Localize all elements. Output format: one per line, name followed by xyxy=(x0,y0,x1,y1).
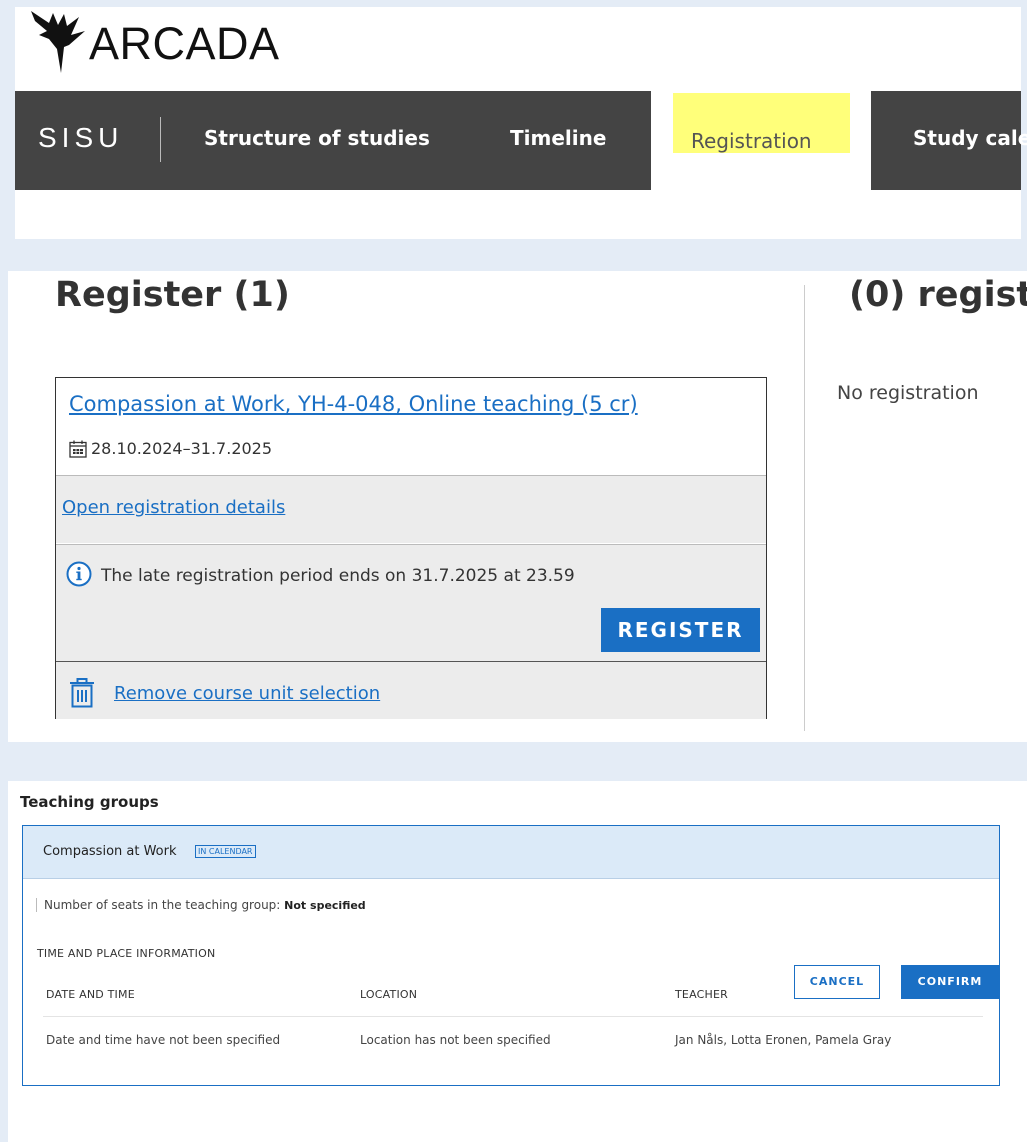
column-header-teacher: TEACHER xyxy=(675,988,728,1001)
cell-location: Location has not been specified xyxy=(360,1033,551,1047)
seats-info: Number of seats in the teaching group: N… xyxy=(36,898,366,912)
course-date-range: 28.10.2024–31.7.2025 xyxy=(91,439,273,458)
course-registration-card: Compassion at Work, YH-4-048, Online tea… xyxy=(55,377,767,719)
register-button[interactable]: REGISTER xyxy=(601,608,760,652)
teaching-group-name: Compassion at Work xyxy=(43,844,177,859)
teaching-group-header[interactable]: Compassion at Work IN CALENDAR xyxy=(23,826,999,879)
registered-heading: (0) regist xyxy=(849,275,1027,315)
no-registrations-text: No registration xyxy=(837,382,979,404)
nav-study-calendar[interactable]: Study cale xyxy=(913,126,1027,150)
in-calendar-badge: IN CALENDAR xyxy=(195,845,256,858)
logo-text: ARCADA xyxy=(89,17,280,69)
cell-date-time: Date and time have not been specified xyxy=(46,1033,281,1047)
nav-divider xyxy=(160,117,161,162)
remove-course-unit-link[interactable]: Remove course unit selection xyxy=(114,683,380,704)
arcada-logo[interactable]: ARCADA xyxy=(31,11,280,73)
open-registration-details-link[interactable]: Open registration details xyxy=(62,497,285,518)
time-place-title: TIME AND PLACE INFORMATION xyxy=(37,947,216,960)
arcada-bird-icon xyxy=(31,11,85,73)
teaching-groups-title: Teaching groups xyxy=(20,793,159,811)
teaching-group-card[interactable]: Compassion at Work IN CALENDAR Number of… xyxy=(22,825,1000,1086)
nav-timeline[interactable]: Timeline xyxy=(510,126,606,150)
seats-label: Number of seats in the teaching group: xyxy=(44,898,281,912)
calendar-icon xyxy=(69,440,87,458)
table-divider xyxy=(43,1016,983,1017)
course-link[interactable]: Compassion at Work, YH-4-048, Online tea… xyxy=(69,392,638,416)
teaching-groups-panel: Teaching groups Compassion at Work IN CA… xyxy=(8,781,1027,1142)
header-panel: ARCADA SISU Structure of studies Timelin… xyxy=(15,7,1027,239)
late-registration-notice: The late registration period ends on 31.… xyxy=(101,566,575,586)
cell-teacher: Jan Nåls, Lotta Eronen, Pamela Gray xyxy=(675,1033,892,1047)
info-icon xyxy=(66,561,92,587)
confirm-button[interactable]: CONFIRM xyxy=(901,965,999,999)
seats-value: Not specified xyxy=(284,899,366,912)
nav-structure-of-studies[interactable]: Structure of studies xyxy=(204,126,430,150)
registration-panel: Register (1) (0) regist No registration … xyxy=(8,271,1027,742)
sisu-brand[interactable]: SISU xyxy=(38,124,123,152)
column-header-date-time: DATE AND TIME xyxy=(46,988,135,1001)
column-divider xyxy=(804,285,805,731)
cancel-button[interactable]: CANCEL xyxy=(794,965,880,999)
column-header-location: LOCATION xyxy=(360,988,418,1001)
nav-registration[interactable]: Registration xyxy=(691,129,812,153)
trash-icon[interactable] xyxy=(69,678,95,708)
register-heading: Register (1) xyxy=(55,275,290,315)
